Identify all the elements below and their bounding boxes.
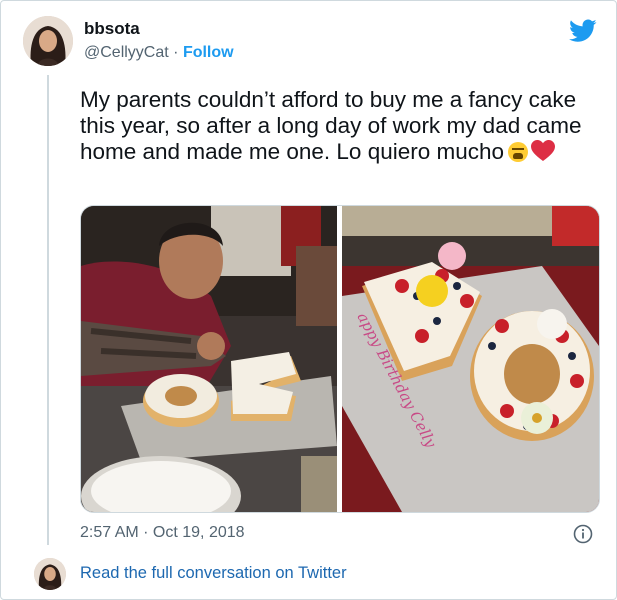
info-icon[interactable] [573, 524, 593, 544]
user-handle[interactable]: @CellyyCat [84, 44, 169, 61]
read-conversation-link[interactable]: Read the full conversation on Twitter [80, 564, 347, 583]
separator-dot: · [173, 44, 179, 61]
tweet-timestamp[interactable]: 2:57 AM · Oct 19, 2018 [80, 524, 245, 542]
tweet-text: My parents couldn’t afford to buy me a f… [80, 87, 605, 165]
handle-row: @CellyyCat · Follow [84, 44, 234, 62]
media-grid: appy Birthday Celly [80, 205, 600, 513]
thread-line [47, 75, 49, 545]
display-name[interactable]: bbsota [84, 19, 140, 39]
avatar[interactable] [23, 16, 73, 66]
weary-face-icon [508, 142, 529, 162]
red-heart-icon [531, 140, 556, 161]
photo-dad-decorating-cake[interactable] [81, 206, 337, 512]
follow-button[interactable]: Follow [183, 44, 234, 61]
photo-finished-cake[interactable]: appy Birthday Celly [342, 206, 599, 512]
reply-avatar[interactable] [34, 558, 66, 590]
twitter-bird-icon[interactable] [569, 19, 597, 43]
tweet-card: bbsota @CellyyCat · Follow My parents co… [0, 0, 617, 600]
